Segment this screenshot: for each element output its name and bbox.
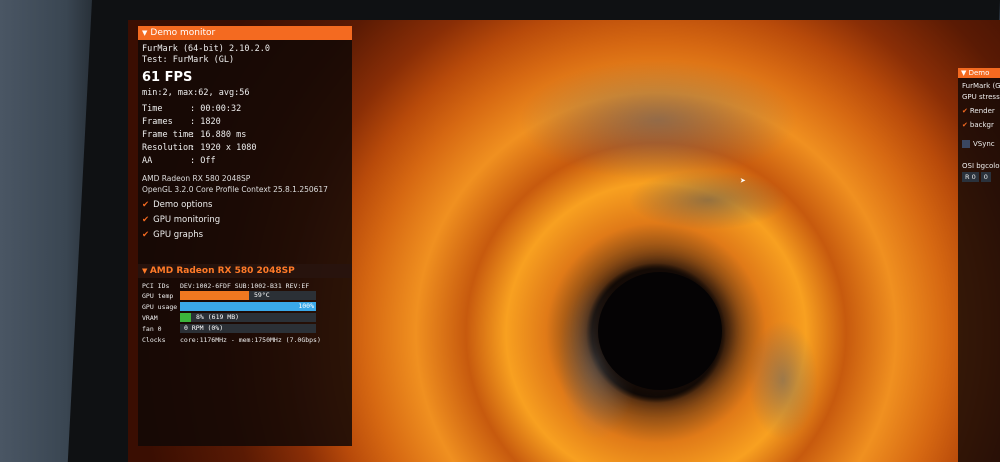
fur-texture bbox=[748, 320, 818, 440]
stat-label: Time bbox=[142, 104, 163, 114]
pci-value: DEV:1002-6FDF SUB:1002-B31 REV:EF bbox=[180, 282, 310, 290]
gpu-stress-label: GPU stress bbox=[962, 93, 1000, 101]
stat-label: AA bbox=[142, 156, 153, 166]
usage-value: 100% bbox=[298, 302, 314, 310]
bgcolor-label: OSI bgcolor bbox=[962, 162, 1000, 170]
opengl-version: OpenGL 3.2.0 Core Profile Context 25.8.1… bbox=[142, 185, 328, 194]
stat-label: Resolution bbox=[142, 143, 194, 153]
checkbox-render[interactable]: ✔ Render bbox=[962, 107, 995, 115]
clocks-label: Clocks bbox=[142, 336, 166, 344]
panel-title: Demo monitor bbox=[150, 28, 216, 38]
fan-bar: 0 RPM (0%) bbox=[180, 324, 316, 333]
test-name: Test: FurMark (GL) bbox=[142, 55, 235, 65]
collapse-triangle-icon: ▼ bbox=[142, 267, 150, 275]
app-version: FurMark (64-bit) 2.10.2.0 bbox=[142, 44, 270, 54]
temp-value: 59°C bbox=[254, 291, 270, 299]
usage-bar-fill bbox=[180, 302, 316, 311]
monitor-screen: ➤ ▼ Demo monitor FurMark (64-bit) 2.10.2.… bbox=[128, 20, 1000, 462]
stat-value: : 16.880 ms bbox=[190, 130, 247, 140]
vram-label: VRAM bbox=[142, 314, 158, 322]
stat-value: : 00:00:32 bbox=[190, 104, 242, 114]
g-input[interactable]: 0 bbox=[980, 172, 991, 182]
check-icon: ✔ bbox=[962, 121, 968, 129]
temp-bar-fill bbox=[180, 291, 250, 300]
right-demo-panel: ▼ Demo FurMark (G GPU stress ✔ Render ✔ ba… bbox=[958, 68, 1000, 462]
temp-label: GPU temp bbox=[142, 292, 174, 300]
pci-label: PCI IDs bbox=[142, 282, 170, 290]
bgcolor-inputs: R 00 bbox=[962, 172, 993, 182]
check-icon: ✔ bbox=[142, 215, 150, 225]
stat-value: : 1820 bbox=[190, 117, 221, 127]
checkbox-box-icon bbox=[962, 140, 970, 148]
collapse-triangle-icon[interactable]: ▼ bbox=[142, 29, 147, 37]
fur-texture bbox=[518, 60, 798, 180]
right-app-name: FurMark (G bbox=[962, 82, 1000, 90]
usage-bar: 100% bbox=[180, 302, 316, 311]
check-icon: ✔ bbox=[142, 200, 150, 210]
gpu-panel-header[interactable]: ▼ AMD Radeon RX 580 2048SP bbox=[138, 264, 352, 278]
clocks-value: core:1176MHz - mem:1750MHz (7.0Gbps) bbox=[180, 336, 321, 344]
checkbox-gpu-graphs[interactable]: ✔ GPU graphs bbox=[142, 230, 203, 240]
vram-bar: 8% (619 MB) bbox=[180, 313, 316, 322]
demo-monitor-titlebar[interactable]: ▼ Demo monitor bbox=[138, 26, 352, 40]
stat-label: Frame time bbox=[142, 130, 194, 140]
fan-label: fan 0 bbox=[142, 325, 162, 333]
mouse-cursor-icon: ➤ bbox=[740, 176, 747, 187]
checkbox-gpu-monitoring[interactable]: ✔ GPU monitoring bbox=[142, 215, 220, 225]
fps-readout: 61 FPS bbox=[142, 70, 193, 85]
checkbox-demo-options[interactable]: ✔ Demo options bbox=[142, 200, 212, 210]
fan-value: 0 RPM (0%) bbox=[184, 324, 224, 332]
usage-label: GPU usage bbox=[142, 303, 178, 311]
r-input[interactable]: R 0 bbox=[962, 172, 979, 182]
temp-bar: 59°C bbox=[180, 291, 316, 300]
stat-value: : 1920 x 1080 bbox=[190, 143, 257, 153]
checkbox-background[interactable]: ✔ backgr bbox=[962, 121, 994, 129]
right-panel-titlebar[interactable]: ▼ Demo bbox=[958, 68, 1000, 78]
vram-bar-fill bbox=[180, 313, 191, 322]
stat-label: Frames bbox=[142, 117, 173, 127]
gpu-name: AMD Radeon RX 580 2048SP bbox=[142, 174, 251, 183]
fps-minmax: min:2, max:62, avg:56 bbox=[142, 88, 250, 98]
fur-texture bbox=[628, 170, 788, 230]
check-icon: ✔ bbox=[962, 107, 968, 115]
stat-value: : Off bbox=[190, 156, 216, 166]
demo-monitor-panel: ▼ Demo monitor FurMark (64-bit) 2.10.2.0 … bbox=[138, 26, 352, 446]
check-icon: ✔ bbox=[142, 230, 150, 240]
checkbox-vsync[interactable]: VSync bbox=[962, 140, 995, 148]
render-center-dark bbox=[598, 272, 722, 390]
vram-value: 8% (619 MB) bbox=[196, 313, 240, 321]
